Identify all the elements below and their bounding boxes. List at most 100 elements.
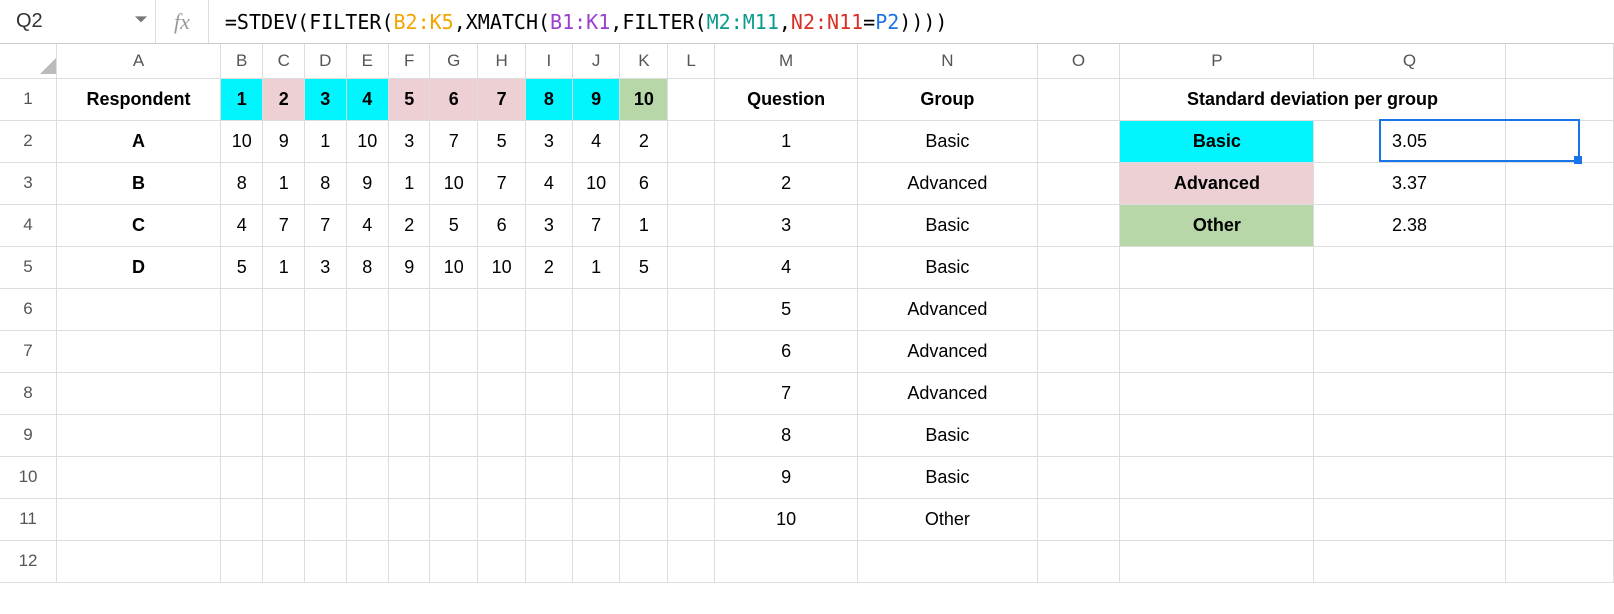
cell-O9[interactable] <box>1037 414 1120 456</box>
cell-O2[interactable] <box>1037 120 1120 162</box>
row-header-7[interactable]: 7 <box>0 330 57 372</box>
cell-O1[interactable] <box>1037 78 1120 120</box>
cell-G12[interactable] <box>430 540 478 582</box>
name-box[interactable]: Q2 <box>6 0 156 43</box>
cell-I10[interactable] <box>525 456 572 498</box>
data-F2[interactable]: 3 <box>389 120 430 162</box>
data-B2[interactable]: 10 <box>221 120 263 162</box>
cell-O12[interactable] <box>1037 540 1120 582</box>
row-header-2[interactable]: 2 <box>0 120 57 162</box>
cell-C7[interactable] <box>263 330 305 372</box>
cell-B8[interactable] <box>221 372 263 414</box>
data-I4[interactable]: 3 <box>525 204 572 246</box>
cell-D10[interactable] <box>305 456 347 498</box>
group-7[interactable]: Advanced <box>858 372 1037 414</box>
question-num-4[interactable]: 4 <box>346 78 388 120</box>
group-6[interactable]: Advanced <box>858 330 1037 372</box>
cell-G10[interactable] <box>430 456 478 498</box>
cell-Q10[interactable] <box>1314 456 1505 498</box>
group-label-other[interactable]: Other <box>1120 204 1314 246</box>
cell-H6[interactable] <box>478 288 526 330</box>
cell-Q7[interactable] <box>1314 330 1505 372</box>
cell-end5[interactable] <box>1505 246 1613 288</box>
cell-J10[interactable] <box>572 456 620 498</box>
row-header-5[interactable]: 5 <box>0 246 57 288</box>
data-I2[interactable]: 3 <box>525 120 572 162</box>
cell-Q6[interactable] <box>1314 288 1505 330</box>
group-3[interactable]: Basic <box>858 204 1037 246</box>
data-B3[interactable]: 8 <box>221 162 263 204</box>
cell-H11[interactable] <box>478 498 526 540</box>
data-G2[interactable]: 7 <box>430 120 478 162</box>
respondent-D[interactable]: D <box>57 246 221 288</box>
question-num-5[interactable]: 5 <box>389 78 430 120</box>
chevron-down-icon[interactable] <box>135 14 147 29</box>
cell-C6[interactable] <box>263 288 305 330</box>
cell-G8[interactable] <box>430 372 478 414</box>
data-J4[interactable]: 7 <box>572 204 620 246</box>
data-I3[interactable]: 4 <box>525 162 572 204</box>
cell-K12[interactable] <box>620 540 668 582</box>
respondent-B[interactable]: B <box>57 162 221 204</box>
data-D2[interactable]: 1 <box>305 120 347 162</box>
cell-H10[interactable] <box>478 456 526 498</box>
cell-E12[interactable] <box>346 540 388 582</box>
cell-L10[interactable] <box>668 456 715 498</box>
data-I5[interactable]: 2 <box>525 246 572 288</box>
cell-B9[interactable] <box>221 414 263 456</box>
cell-L7[interactable] <box>668 330 715 372</box>
col-header-E[interactable]: E <box>346 44 388 78</box>
cell-end3[interactable] <box>1505 162 1613 204</box>
cell-I11[interactable] <box>525 498 572 540</box>
cell-D11[interactable] <box>305 498 347 540</box>
header-question[interactable]: Question <box>714 78 857 120</box>
cell-B10[interactable] <box>221 456 263 498</box>
cell-O11[interactable] <box>1037 498 1120 540</box>
data-K4[interactable]: 1 <box>620 204 668 246</box>
cell-G9[interactable] <box>430 414 478 456</box>
question-num-2[interactable]: 2 <box>263 78 305 120</box>
question-10[interactable]: 10 <box>714 498 857 540</box>
data-J5[interactable]: 1 <box>572 246 620 288</box>
cell-K9[interactable] <box>620 414 668 456</box>
cell-L11[interactable] <box>668 498 715 540</box>
group-2[interactable]: Advanced <box>858 162 1037 204</box>
cell-O3[interactable] <box>1037 162 1120 204</box>
cell-end2[interactable] <box>1505 120 1613 162</box>
group-5[interactable]: Advanced <box>858 288 1037 330</box>
question-num-7[interactable]: 7 <box>478 78 526 120</box>
cell-C12[interactable] <box>263 540 305 582</box>
group-label-basic[interactable]: Basic <box>1120 120 1314 162</box>
col-header-L[interactable]: L <box>668 44 715 78</box>
cell-N12[interactable] <box>858 540 1037 582</box>
cell-J11[interactable] <box>572 498 620 540</box>
cell-H12[interactable] <box>478 540 526 582</box>
row-header-3[interactable]: 3 <box>0 162 57 204</box>
formula-input[interactable]: =STDEV(FILTER(B2:K5,XMATCH(B1:K1,FILTER(… <box>209 0 1608 43</box>
cell-F8[interactable] <box>389 372 430 414</box>
cell-I8[interactable] <box>525 372 572 414</box>
row-header-1[interactable]: 1 <box>0 78 57 120</box>
col-header-C[interactable]: C <box>263 44 305 78</box>
question-num-8[interactable]: 8 <box>525 78 572 120</box>
data-E5[interactable]: 8 <box>346 246 388 288</box>
cell-C10[interactable] <box>263 456 305 498</box>
cell-J12[interactable] <box>572 540 620 582</box>
cell-B6[interactable] <box>221 288 263 330</box>
cell-D9[interactable] <box>305 414 347 456</box>
data-H2[interactable]: 5 <box>478 120 526 162</box>
cell-G11[interactable] <box>430 498 478 540</box>
question-num-6[interactable]: 6 <box>430 78 478 120</box>
cell-F11[interactable] <box>389 498 430 540</box>
question-9[interactable]: 9 <box>714 456 857 498</box>
group-9[interactable]: Basic <box>858 456 1037 498</box>
col-header-G[interactable]: G <box>430 44 478 78</box>
data-B4[interactable]: 4 <box>221 204 263 246</box>
cell-C9[interactable] <box>263 414 305 456</box>
cell-L1[interactable] <box>668 78 715 120</box>
cell-O4[interactable] <box>1037 204 1120 246</box>
cell-K10[interactable] <box>620 456 668 498</box>
col-header-K[interactable]: K <box>620 44 668 78</box>
cell-K11[interactable] <box>620 498 668 540</box>
col-header-F[interactable]: F <box>389 44 430 78</box>
